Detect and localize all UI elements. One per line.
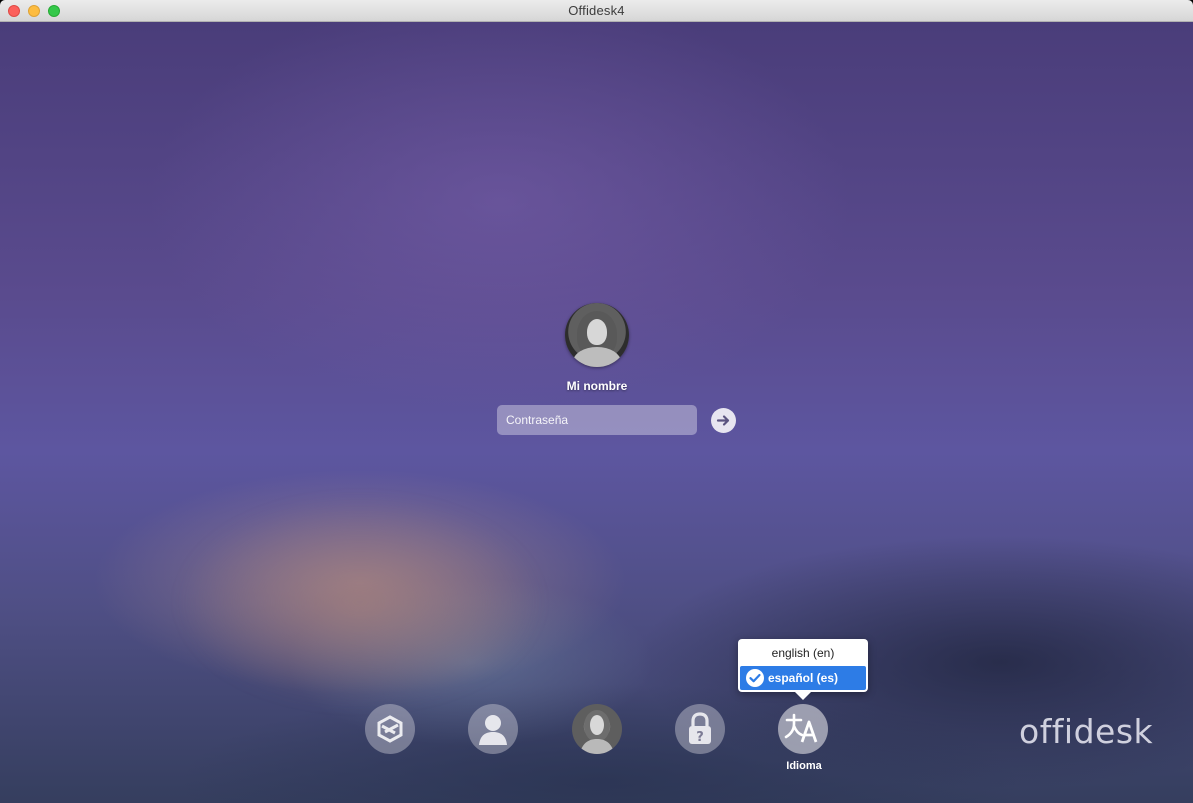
password-field[interactable] [497, 405, 697, 435]
checkmark-icon [746, 669, 764, 687]
language-button-label: Idioma [786, 760, 822, 772]
translate-icon [784, 713, 818, 743]
login-screen: Mi nombre ? Idioma english (en) español … [0, 22, 1193, 803]
user-button[interactable] [468, 704, 518, 754]
language-option-label: español (es) [767, 671, 839, 685]
login-submit-button[interactable] [711, 408, 736, 433]
password-help-button[interactable]: ? [675, 704, 725, 754]
arrow-right-icon [716, 415, 730, 426]
language-option-label: english (en) [771, 646, 835, 660]
offidesk-button[interactable] [365, 704, 415, 754]
switch-user-button[interactable] [572, 704, 622, 754]
user-name: Mi nombre [566, 379, 628, 393]
user-avatar-icon [580, 710, 614, 754]
person-icon [479, 715, 507, 745]
language-option-spanish[interactable]: español (es) [740, 666, 866, 690]
language-option-english[interactable]: english (en) [740, 641, 866, 665]
offidesk-logo-icon [377, 715, 403, 743]
app-window: Offidesk4 Mi nombre ? Idioma english (en… [0, 0, 1193, 803]
title-bar: Offidesk4 [0, 0, 1193, 22]
window-title: Offidesk4 [568, 3, 625, 18]
lock-question-icon: ? [689, 712, 711, 745]
offidesk-logo: offidesk [1019, 712, 1154, 751]
language-button[interactable] [778, 704, 828, 754]
language-menu: english (en) español (es) [738, 639, 868, 700]
svg-text:?: ? [696, 730, 704, 745]
user-avatar [565, 303, 629, 367]
